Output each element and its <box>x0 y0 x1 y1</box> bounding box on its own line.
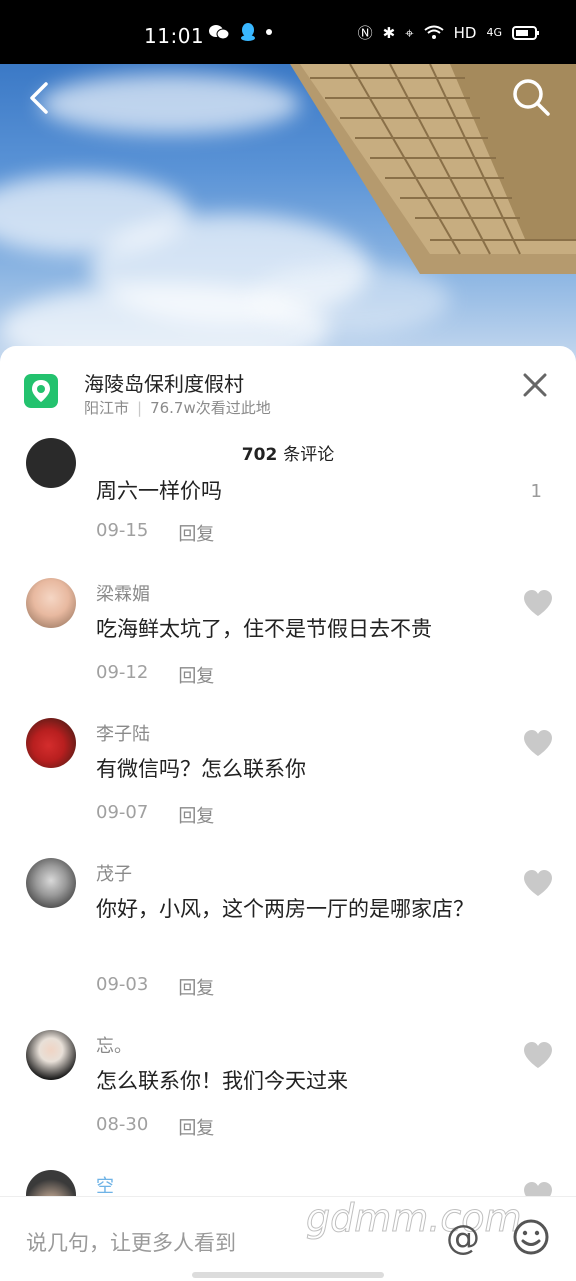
location-separator: | <box>137 398 143 417</box>
emoji-icon[interactable] <box>512 1218 550 1256</box>
reply-button[interactable]: 回复 <box>178 1114 214 1140</box>
reply-button[interactable]: 回复 <box>178 662 214 688</box>
comment-text: 吃海鲜太坑了，住不是节假日去不贵 <box>96 617 432 641</box>
comment-username[interactable]: 忘。 <box>96 1032 132 1058</box>
avatar[interactable] <box>26 718 76 768</box>
comment-item: 忘。 怎么联系你！我们今天过来 08-30 回复 <box>0 1028 576 1148</box>
heart-icon[interactable] <box>522 588 554 618</box>
location-city: 阳江市 <box>84 399 130 417</box>
like-count: 1 <box>530 481 542 502</box>
watermark: gdmm.com <box>306 1196 523 1241</box>
nfc-icon: Ⓝ <box>357 24 373 42</box>
dot-icon <box>266 29 272 35</box>
location-views: 76.7w次看过此地 <box>150 399 271 417</box>
network-type: HD <box>453 23 477 42</box>
comment-date: 09-12 <box>96 662 149 683</box>
comment-input[interactable]: 说几句，让更多人看到 <box>26 1227 236 1257</box>
avatar[interactable] <box>26 858 76 908</box>
signal-label: 4G <box>486 26 502 39</box>
location-pin-icon: ⌖ <box>405 23 414 42</box>
battery-icon <box>512 25 539 40</box>
comment-username[interactable]: 李子陆 <box>96 720 150 746</box>
hero-photo <box>0 64 576 364</box>
comment-date: 09-03 <box>96 974 149 995</box>
comment-item: 茂子 你好，小风，这个两房一厅的是哪家店？ 09-03 回复 <box>0 856 576 1006</box>
comment-username[interactable]: 梁霖媚 <box>96 580 150 606</box>
home-indicator[interactable] <box>192 1272 384 1278</box>
comment-username[interactable]: 茂子 <box>96 860 132 886</box>
avatar[interactable] <box>26 1030 76 1080</box>
comment-item: 梁霖媚 吃海鲜太坑了，住不是节假日去不贵 09-12 回复 <box>0 576 576 696</box>
comment-date: 09-15 <box>96 520 149 541</box>
comment-date: 09-07 <box>96 802 149 823</box>
wifi-icon <box>424 25 444 39</box>
status-time: 11:01 <box>144 24 205 48</box>
at-mention-icon[interactable]: @ <box>446 1218 480 1258</box>
back-button[interactable] <box>20 78 60 118</box>
bluetooth-icon: ✱ <box>382 23 396 42</box>
comment-date: 08-30 <box>96 1114 149 1135</box>
avatar[interactable] <box>26 1170 76 1198</box>
heart-icon[interactable] <box>522 1040 554 1070</box>
heart-icon[interactable] <box>522 868 554 898</box>
avatar[interactable] <box>26 578 76 628</box>
comment-text: 周六一样价吗 <box>96 479 222 503</box>
qq-icon <box>241 23 255 41</box>
comment-text: 怎么联系你！我们今天过来 <box>96 1069 348 1093</box>
reply-button[interactable]: 回复 <box>178 974 214 1000</box>
close-button[interactable] <box>522 372 548 398</box>
avatar[interactable] <box>26 438 76 488</box>
search-button[interactable] <box>510 76 552 118</box>
comment-text: 有微信吗？怎么联系你 <box>96 757 306 781</box>
comment-item: 周六一样价吗 09-15 回复 1 <box>0 438 576 562</box>
comment-username[interactable]: 空 <box>96 1172 114 1198</box>
status-bar: 11:01 Ⓝ ✱ ⌖ HD 4G <box>0 0 576 64</box>
heart-icon[interactable] <box>522 728 554 758</box>
comment-text: 你好，小风，这个两房一厅的是哪家店？ <box>96 897 474 921</box>
location-icon <box>24 374 58 408</box>
comment-item: 李子陆 有微信吗？怎么联系你 09-07 回复 <box>0 716 576 836</box>
reply-button[interactable]: 回复 <box>178 520 214 546</box>
location-subtitle: 阳江市 | 76.7w次看过此地 <box>84 397 271 418</box>
comment-item: 空 <box>0 1168 576 1198</box>
location-title[interactable]: 海陵岛保利度假村 <box>84 368 244 397</box>
wechat-icon <box>209 25 230 40</box>
reply-button[interactable]: 回复 <box>178 802 214 828</box>
